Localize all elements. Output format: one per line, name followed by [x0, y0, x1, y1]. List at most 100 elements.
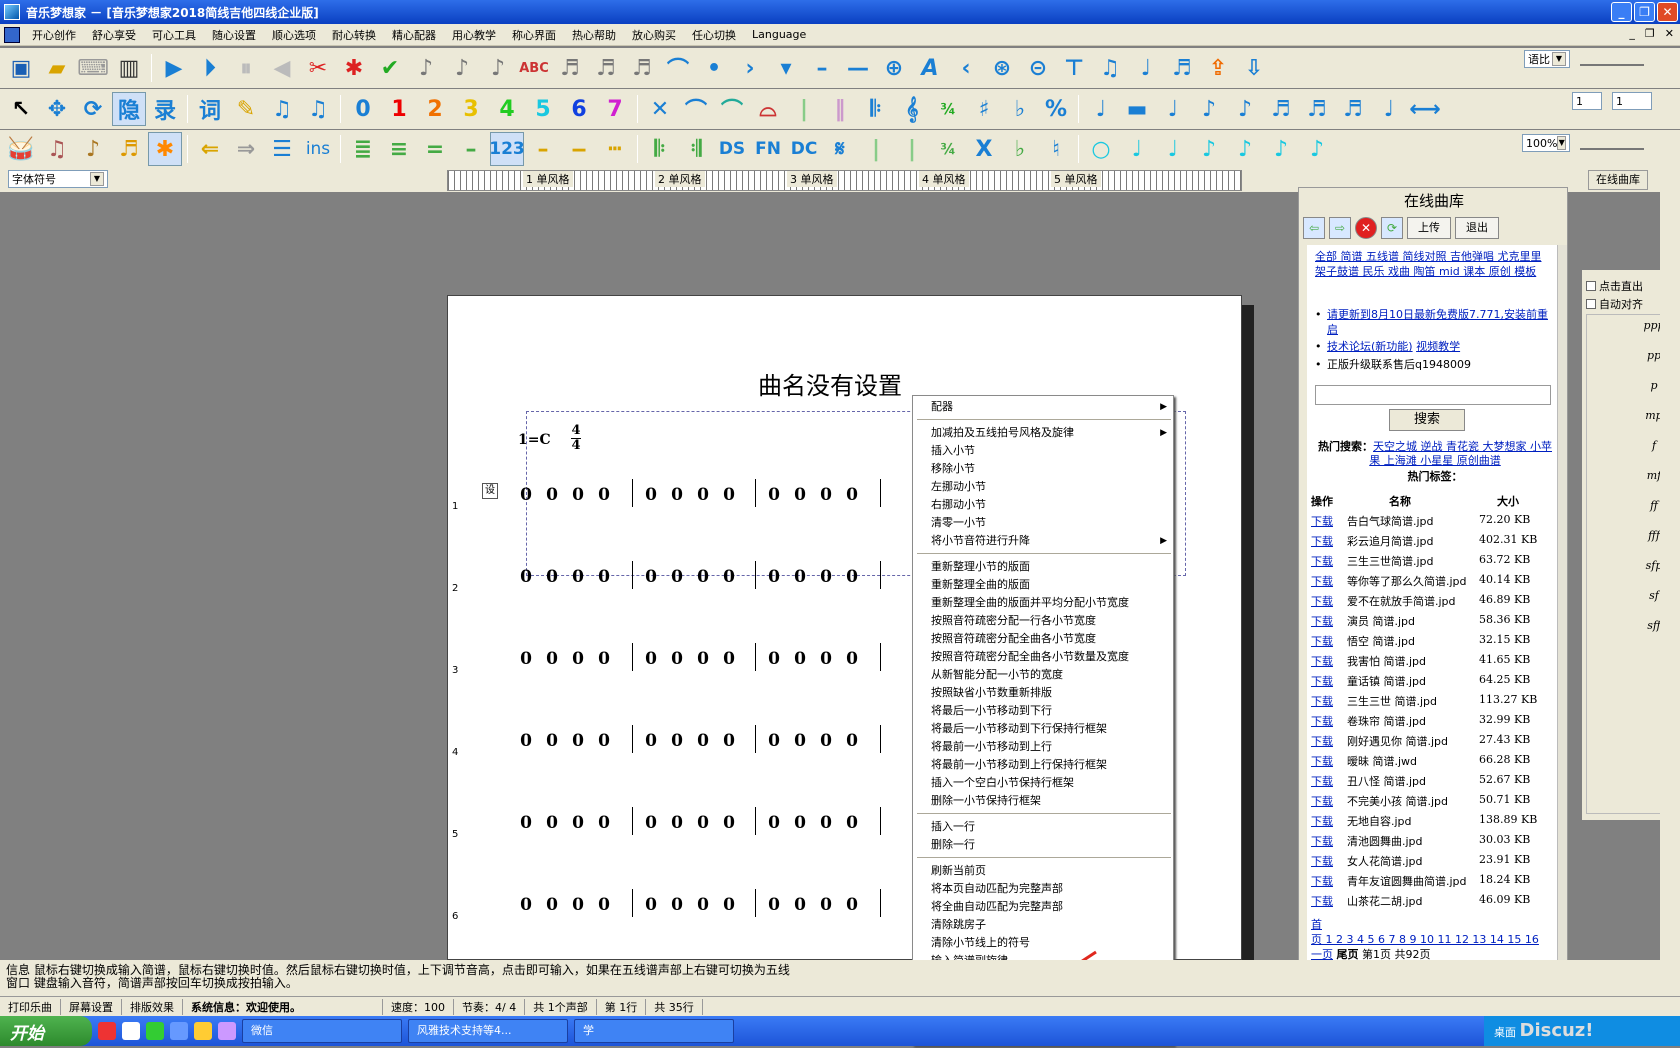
- menu-item[interactable]: 精心配器: [384, 27, 444, 43]
- remove-voice-icon[interactable]: ⊝: [1021, 51, 1055, 85]
- note-b-icon[interactable]: ♪: [1192, 92, 1226, 126]
- context-menu-item[interactable]: 重新整理全曲的版面并平均分配小节宽度: [913, 594, 1175, 612]
- note[interactable]: 0: [787, 731, 813, 751]
- download-link[interactable]: 下载: [1311, 773, 1333, 789]
- beam-icon[interactable]: ♬: [1165, 51, 1199, 85]
- note[interactable]: 0: [539, 485, 565, 505]
- bar-line-icon[interactable]: |: [787, 92, 821, 126]
- note-tool-1-icon[interactable]: ♬: [553, 51, 587, 85]
- library-tab[interactable]: 在线曲库: [1588, 170, 1648, 190]
- note[interactable]: 0: [565, 485, 591, 505]
- note-a-icon[interactable]: ♩: [1156, 92, 1190, 126]
- note[interactable]: 0: [690, 813, 716, 833]
- dc-button[interactable]: DC: [787, 132, 821, 166]
- repeat-end-icon[interactable]: 𝄇: [679, 132, 713, 166]
- note[interactable]: 0: [813, 813, 839, 833]
- note[interactable]: 0: [664, 731, 690, 751]
- note[interactable]: 0: [539, 649, 565, 669]
- spin-1[interactable]: 1: [1572, 92, 1602, 110]
- mdi-restore-icon[interactable]: ❐: [1645, 27, 1655, 40]
- triangle-down-icon[interactable]: ▾: [769, 51, 803, 85]
- note[interactable]: 0: [539, 813, 565, 833]
- measure[interactable]: 0000: [761, 567, 865, 587]
- note[interactable]: 0: [513, 813, 539, 833]
- delete-x-icon[interactable]: ✕: [643, 92, 677, 126]
- note[interactable]: 0: [813, 731, 839, 751]
- context-menu-item[interactable]: 刷新当前页: [913, 862, 1175, 880]
- start-button[interactable]: 开始: [0, 1016, 92, 1046]
- download-link[interactable]: 下载: [1311, 513, 1333, 529]
- note[interactable]: 0: [716, 485, 742, 505]
- menu-item[interactable]: 随心设置: [204, 27, 264, 43]
- note[interactable]: 0: [787, 485, 813, 505]
- note[interactable]: 0: [761, 649, 787, 669]
- move-icon[interactable]: ✥: [40, 92, 74, 126]
- measure[interactable]: 0000: [638, 485, 742, 505]
- quick-launch-icon[interactable]: [194, 1022, 212, 1040]
- text-a-icon[interactable]: A: [913, 51, 947, 85]
- menu-item-language[interactable]: Language: [744, 28, 814, 41]
- note[interactable]: 0: [638, 813, 664, 833]
- num-6-button[interactable]: 6: [562, 92, 596, 126]
- context-menu-item[interactable]: 移除小节: [913, 460, 1175, 478]
- note[interactable]: 0: [761, 895, 787, 915]
- menu-item[interactable]: 热心帮助: [564, 27, 624, 43]
- keyboard-icon[interactable]: ⌨: [76, 51, 110, 85]
- context-menu-item[interactable]: 按照音符疏密分配全曲各小节宽度: [913, 630, 1175, 648]
- note[interactable]: 0: [716, 567, 742, 587]
- measure[interactable]: 0000: [638, 567, 742, 587]
- pause-icon[interactable]: ⏸: [229, 51, 263, 85]
- sax-icon[interactable]: ♬: [112, 132, 146, 166]
- dot-icon[interactable]: •: [697, 51, 731, 85]
- measure[interactable]: 0000: [761, 485, 865, 505]
- tray-desktop[interactable]: 桌面: [1494, 1026, 1516, 1039]
- note[interactable]: 0: [839, 485, 865, 505]
- flat-icon[interactable]: ♭: [1003, 92, 1037, 126]
- check-x-icon[interactable]: ✔: [373, 51, 407, 85]
- note[interactable]: 0: [787, 813, 813, 833]
- note-mid-icon[interactable]: ♪: [445, 51, 479, 85]
- download-link[interactable]: 下载: [1311, 653, 1333, 669]
- num-2-button[interactable]: 2: [418, 92, 452, 126]
- num-0-button[interactable]: 0: [346, 92, 380, 126]
- note-f-icon[interactable]: ♬: [1336, 92, 1370, 126]
- taskbar-item[interactable]: 微信: [242, 1019, 402, 1043]
- record-icon[interactable]: 录: [148, 92, 182, 126]
- upload-icon[interactable]: ⇪: [1201, 51, 1235, 85]
- note[interactable]: 0: [813, 649, 839, 669]
- note[interactable]: 0: [787, 567, 813, 587]
- note[interactable]: 0: [664, 485, 690, 505]
- fn-button[interactable]: FN: [751, 132, 785, 166]
- restore-button[interactable]: ❐: [1634, 2, 1655, 22]
- context-menu-item[interactable]: 将本页自动匹配为完整声部: [913, 880, 1175, 898]
- note[interactable]: 0: [787, 895, 813, 915]
- arrow-right-icon[interactable]: ⇒: [229, 132, 263, 166]
- screen-settings-tab[interactable]: 屏幕设置: [61, 998, 122, 1015]
- window-scrollbar[interactable]: [1660, 170, 1680, 1000]
- note[interactable]: 0: [839, 731, 865, 751]
- half-note-icon[interactable]: ♩: [1120, 132, 1154, 166]
- library-scrollbar[interactable]: [1557, 245, 1567, 965]
- quick-launch-icon[interactable]: [98, 1022, 116, 1040]
- download-link[interactable]: 下载: [1311, 893, 1333, 909]
- note[interactable]: 0: [565, 567, 591, 587]
- stop-icon[interactable]: ✕: [1355, 217, 1377, 239]
- note-up-icon[interactable]: ♪: [409, 51, 443, 85]
- double-bar-icon[interactable]: ‖: [823, 92, 857, 126]
- note[interactable]: 0: [761, 567, 787, 587]
- quick-launch-icon[interactable]: [218, 1022, 236, 1040]
- lines-2-icon[interactable]: =: [418, 132, 452, 166]
- print-tab[interactable]: 打印乐曲: [0, 998, 61, 1015]
- num-5-button[interactable]: 5: [526, 92, 560, 126]
- note[interactable]: 0: [591, 567, 617, 587]
- note[interactable]: 0: [813, 895, 839, 915]
- dash-2-icon[interactable]: ‒: [562, 132, 596, 166]
- sharp-icon[interactable]: ♯: [967, 92, 1001, 126]
- note-e-icon[interactable]: ♬: [1300, 92, 1334, 126]
- time-sig-2-icon[interactable]: ¾: [931, 132, 965, 166]
- context-menu-item[interactable]: 左挪动小节: [913, 478, 1175, 496]
- download-link[interactable]: 下载: [1311, 573, 1333, 589]
- close-button[interactable]: ✕: [1657, 2, 1678, 22]
- menu-item[interactable]: 舒心享受: [84, 27, 144, 43]
- download-link[interactable]: 下载: [1311, 873, 1333, 889]
